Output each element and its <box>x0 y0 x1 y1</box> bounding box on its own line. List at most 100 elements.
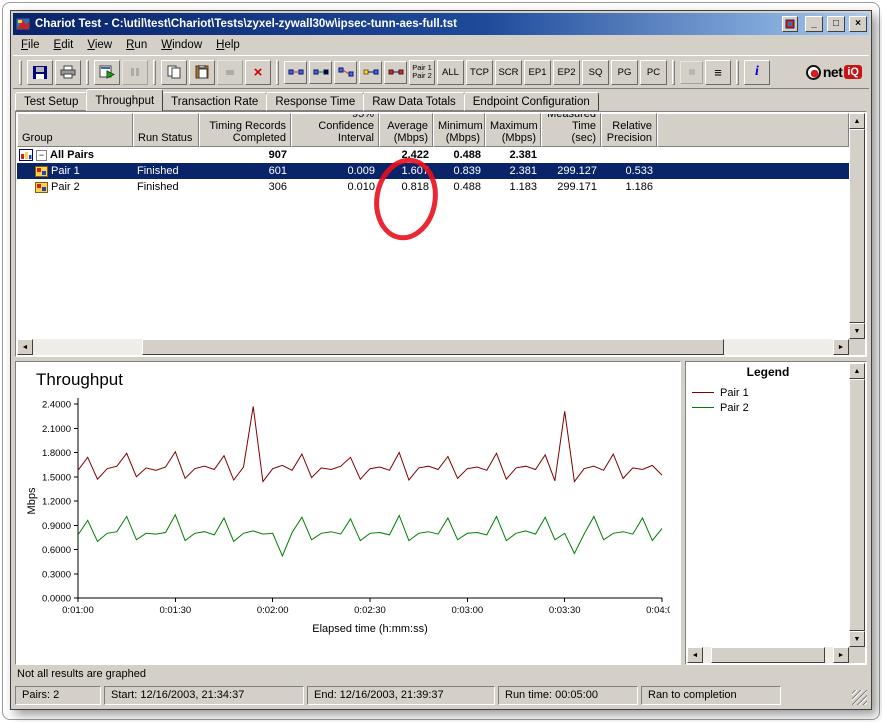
printer-icon <box>60 65 76 79</box>
header-line: Run Status <box>138 132 193 144</box>
close-button[interactable]: × <box>849 16 867 32</box>
tab-transaction-rate[interactable]: Transaction Rate <box>162 92 268 111</box>
filter-tcp-button[interactable]: TCP <box>466 59 493 85</box>
svg-text:0:03:30: 0:03:30 <box>549 605 581 616</box>
report-button[interactable]: ≡ <box>705 59 731 85</box>
scroll-corner <box>849 339 865 355</box>
header-timing-records[interactable]: Timing Records Completed <box>199 113 291 147</box>
vscroll-thumb[interactable] <box>849 379 865 631</box>
group-cell: Pair 1 <box>17 165 133 177</box>
header-minimum[interactable]: Minimum (Mbps) <box>433 113 485 147</box>
header-average[interactable]: Average (Mbps) <box>379 113 433 147</box>
table-hscrollbar[interactable]: ◄ ► <box>17 339 849 355</box>
header-line: 95% Confidence <box>318 113 374 132</box>
svg-text:0:02:30: 0:02:30 <box>354 605 386 616</box>
table-row-all-pairs[interactable]: − All Pairs 907 2.422 0.488 2.381 <box>17 147 849 163</box>
group-cell: − All Pairs <box>17 149 133 161</box>
pair-view-button-5[interactable] <box>384 60 407 84</box>
header-line: (Mbps) <box>445 132 480 144</box>
header-group[interactable]: Group <box>17 113 133 147</box>
timing-records-cell: 601 <box>268 165 287 177</box>
pair-link-icon <box>338 67 353 77</box>
hscroll-thumb[interactable] <box>711 647 825 663</box>
collapse-expander[interactable]: − <box>36 149 47 161</box>
menu-edit[interactable]: Edit <box>47 36 81 54</box>
pair-view-button-1[interactable] <box>284 60 307 84</box>
filter-scr-button[interactable]: SCR <box>495 59 522 85</box>
copy-button[interactable] <box>161 59 187 85</box>
filter-pc-button[interactable]: PC <box>640 59 667 85</box>
print-button[interactable] <box>55 59 81 85</box>
filter-sq-button[interactable]: SQ <box>582 59 609 85</box>
table-row-pair-2[interactable]: Pair 2 Finished 306 0.010 0.818 0.488 1.… <box>17 179 849 195</box>
toolbar-grip[interactable] <box>86 59 89 85</box>
run-options-button[interactable] <box>94 59 120 85</box>
toolbar: × Pair 1 Pair 2 ALL TCP SCR EP1 EP2 SQ P… <box>13 55 869 89</box>
paste-button[interactable] <box>189 59 215 85</box>
vscroll-thumb[interactable] <box>849 129 865 323</box>
clear-results-button[interactable] <box>217 59 243 85</box>
tab-endpoint-configuration[interactable]: Endpoint Configuration <box>463 92 599 111</box>
pause-run-button[interactable] <box>122 59 148 85</box>
pair-view-button-2[interactable] <box>309 60 332 84</box>
header-relative-precision[interactable]: Relative Precision <box>601 113 657 147</box>
tab-response-time[interactable]: Response Time <box>266 92 365 111</box>
table-vscrollbar[interactable]: ▲ ▼ <box>849 113 865 339</box>
measured-time-cell: 299.127 <box>557 165 597 177</box>
pair-view-button-3[interactable] <box>334 60 357 84</box>
filter-ep2-button[interactable]: EP2 <box>553 59 580 85</box>
svg-text:0.0000: 0.0000 <box>42 594 71 605</box>
legend-vscrollbar[interactable]: ▲ ▼ <box>849 363 865 647</box>
pair-view-button-4[interactable] <box>359 60 382 84</box>
maximize-button[interactable]: □ <box>827 16 845 32</box>
toolbar-grip[interactable] <box>19 59 22 85</box>
status-start-time: Start: 12/16/2003, 21:34:37 <box>104 686 304 705</box>
tab-test-setup[interactable]: Test Setup <box>15 92 88 111</box>
titlebar-extra-icon <box>785 19 795 29</box>
header-run-status[interactable]: Run Status <box>133 113 199 147</box>
menu-window[interactable]: Window <box>154 36 209 54</box>
scroll-down-button[interactable]: ▼ <box>849 323 865 339</box>
netiq-logo-net: net <box>822 64 843 80</box>
pair-list-button[interactable]: Pair 1 Pair 2 <box>409 59 435 85</box>
scroll-down-button[interactable]: ▼ <box>849 631 865 647</box>
scroll-up-button[interactable]: ▲ <box>849 363 865 379</box>
info-button[interactable]: i <box>744 59 770 85</box>
menu-file[interactable]: File <box>14 36 47 54</box>
status-run-time: Run time: 00:05:00 <box>498 686 638 705</box>
header-measured-time[interactable]: Measured Time (sec) <box>541 113 601 147</box>
scroll-left-button[interactable]: ◄ <box>687 647 703 663</box>
toolbar-grip[interactable] <box>276 59 279 85</box>
legend-item-pair-1[interactable]: Pair 1 <box>692 385 860 400</box>
header-confidence-interval[interactable]: 95% Confidence Interval <box>291 113 379 147</box>
resize-grip[interactable] <box>852 690 867 705</box>
toolbar-grip[interactable] <box>153 59 156 85</box>
menu-help[interactable]: Help <box>209 36 247 54</box>
toolbar-grip[interactable] <box>672 59 675 85</box>
disabled-button-1[interactable] <box>680 60 703 84</box>
filter-all-button[interactable]: ALL <box>437 59 464 85</box>
scroll-right-button[interactable]: ► <box>832 339 849 355</box>
hscroll-thumb[interactable] <box>141 339 725 355</box>
scroll-right-button[interactable]: ► <box>832 647 849 663</box>
header-maximum[interactable]: Maximum (Mbps) <box>485 113 541 147</box>
scroll-up-button[interactable]: ▲ <box>849 113 865 129</box>
menu-run[interactable]: Run <box>119 36 154 54</box>
save-button[interactable] <box>27 59 53 85</box>
tab-throughput[interactable]: Throughput <box>86 89 164 111</box>
toolbar-grip[interactable] <box>736 59 739 85</box>
legend-hscrollbar[interactable]: ◄ ► <box>687 647 849 663</box>
menu-view[interactable]: View <box>80 36 119 54</box>
tab-raw-data-totals[interactable]: Raw Data Totals <box>363 92 465 111</box>
filter-pg-button[interactable]: PG <box>611 59 638 85</box>
window-title: Chariot Test - C:\util\test\Chariot\Test… <box>35 18 457 30</box>
titlebar-extra-button[interactable] <box>782 16 798 32</box>
scroll-left-button[interactable]: ◄ <box>17 339 33 355</box>
stop-run-button[interactable]: × <box>245 59 271 85</box>
minimize-button[interactable]: _ <box>805 16 823 32</box>
filter-ep1-button[interactable]: EP1 <box>524 59 551 85</box>
pair-icon <box>35 181 48 193</box>
clipboard-icon <box>195 65 209 79</box>
legend-item-pair-2[interactable]: Pair 2 <box>692 400 860 415</box>
table-row-pair-1[interactable]: Pair 1 Finished 601 0.009 1.607 0.839 2.… <box>17 163 849 179</box>
